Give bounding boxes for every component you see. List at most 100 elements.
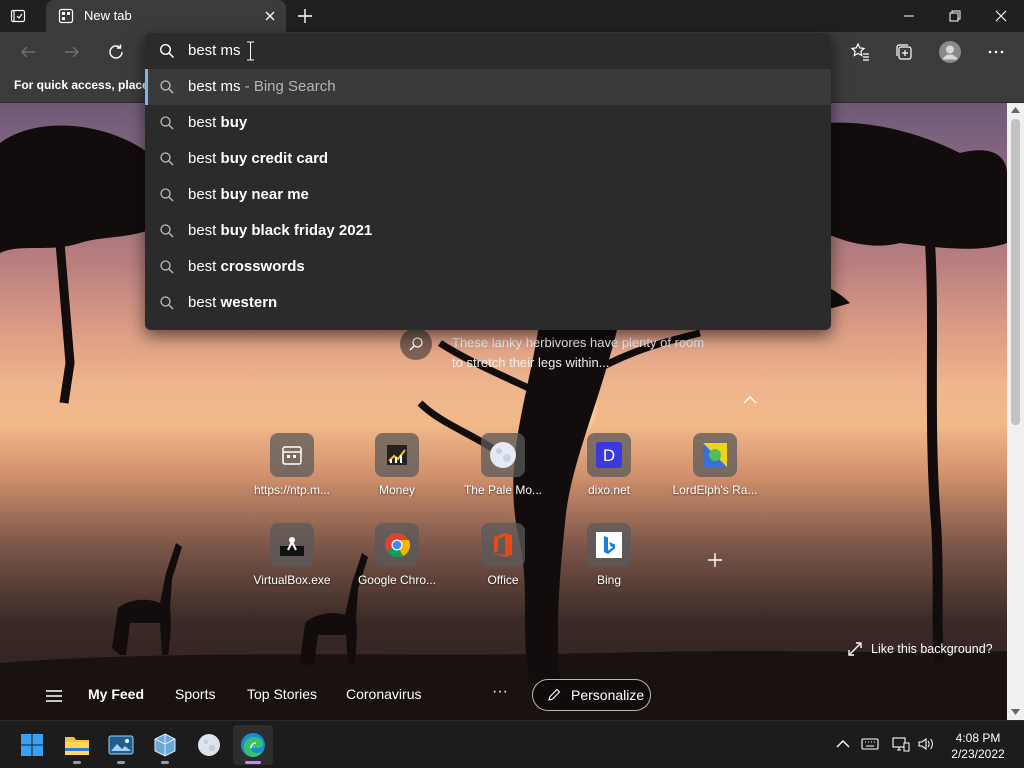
quick-link-label: VirtualBox.exe <box>253 573 331 587</box>
suggestion-item[interactable]: best buy near me <box>145 177 831 213</box>
suggestion-item[interactable]: best crosswords <box>145 249 831 285</box>
restore-button[interactable] <box>932 0 978 32</box>
quick-link-tile[interactable]: Office <box>455 523 551 603</box>
running-indicator <box>73 761 81 764</box>
suggestion-text: best western <box>188 294 277 311</box>
suggestion-bold: buy black friday 2021 <box>220 222 373 239</box>
like-background-link[interactable]: Like this background? <box>848 642 993 656</box>
new-tab-button[interactable] <box>295 6 315 26</box>
quick-link-tile[interactable]: LordElph's Ra... <box>667 433 763 513</box>
scroll-thumb[interactable] <box>1011 119 1020 425</box>
taskbar-photos[interactable] <box>101 725 141 765</box>
more-dots-icon <box>988 50 1004 54</box>
forward-button[interactable] <box>56 36 88 68</box>
feed-tab-top-stories[interactable]: Top Stories <box>247 686 317 702</box>
collections-button[interactable] <box>888 36 920 68</box>
pencil-icon <box>548 688 561 701</box>
tab-actions-icon[interactable] <box>10 8 26 24</box>
forward-arrow-icon <box>65 46 79 58</box>
suggestion-bold: buy <box>220 114 248 131</box>
image-info-button[interactable] <box>400 328 432 360</box>
scroll-up-icon[interactable] <box>1011 107 1020 113</box>
close-tab-icon[interactable] <box>262 8 278 24</box>
quick-link-label: dixo.net <box>587 483 631 497</box>
close-window-button[interactable] <box>978 0 1024 32</box>
clock-date: 2/23/2022 <box>951 747 1005 761</box>
address-bar[interactable]: best ms <box>145 33 831 69</box>
plus-icon <box>708 553 722 567</box>
new-tab-icon <box>58 8 74 24</box>
suggestion-item[interactable]: best western <box>145 285 831 321</box>
feed-more-button[interactable]: ··· <box>492 683 508 701</box>
restore-icon <box>949 10 961 22</box>
pale-moon-icon <box>481 433 525 477</box>
quick-link-label: Google Chro... <box>357 573 437 587</box>
quick-link-tile[interactable]: Bing <box>561 523 657 603</box>
suggestion-bold: crosswords <box>220 258 305 275</box>
search-icon <box>159 43 175 59</box>
quick-link-tile[interactable]: https://ntp.m... <box>244 433 340 513</box>
tab-new-tab[interactable]: New tab <box>46 0 286 32</box>
title-bar: New tab <box>0 0 1024 32</box>
bing-icon <box>587 523 631 567</box>
suggestion-item[interactable]: best buy <box>145 105 831 141</box>
feed-navigation: My Feed Sports Top Stories Coronavirus ·… <box>0 676 1007 716</box>
suggestion-text: best buy credit card <box>188 150 328 167</box>
suggestion-item[interactable]: best buy black friday 2021 <box>145 213 831 249</box>
dixo-d-icon: D <box>587 433 631 477</box>
feed-tab-coronavirus[interactable]: Coronavirus <box>346 686 421 702</box>
add-site-button[interactable] <box>705 550 725 570</box>
quick-link-label: Bing <box>596 573 622 587</box>
system-clock[interactable]: 4:08 PM 2/23/2022 <box>938 730 1018 762</box>
start-windows-icon <box>21 734 43 756</box>
taskbar-virtualbox[interactable] <box>145 725 185 765</box>
chrome-icon <box>375 523 419 567</box>
tab-title: New tab <box>84 8 132 23</box>
address-input[interactable]: best ms <box>188 42 241 59</box>
personalize-button[interactable]: Personalize <box>532 679 651 711</box>
svg-text:D: D <box>603 446 615 465</box>
like-background-text: Like this background? <box>871 642 993 656</box>
quick-link-label: Money <box>378 483 416 497</box>
quick-link-tile[interactable]: Money <box>349 433 445 513</box>
quick-link-tile[interactable]: Google Chro... <box>349 523 445 603</box>
profile-button[interactable] <box>934 36 966 68</box>
minimize-button[interactable] <box>886 0 932 32</box>
suggestion-item[interactable]: best buy credit card <box>145 141 831 177</box>
quick-link-tile[interactable]: VirtualBox.exe <box>244 523 340 603</box>
suggestion-text: best buy black friday 2021 <box>188 222 372 239</box>
chevron-up-icon[interactable] <box>834 735 852 753</box>
search-icon <box>160 80 174 94</box>
taskbar-pale-moon[interactable] <box>189 725 229 765</box>
active-indicator <box>245 761 261 764</box>
taskbar-file-explorer[interactable] <box>57 725 97 765</box>
feed-tab-sports[interactable]: Sports <box>175 686 215 702</box>
refresh-button[interactable] <box>100 36 132 68</box>
quick-link-tile[interactable]: The Pale Mo... <box>455 433 551 513</box>
taskbar-edge[interactable] <box>233 725 273 765</box>
settings-more-button[interactable] <box>980 36 1012 68</box>
image-caption[interactable]: These lanky herbivores have plenty of ro… <box>452 333 712 373</box>
quick-link-tile[interactable]: Ddixo.net <box>561 433 657 513</box>
network-icon[interactable] <box>892 735 910 753</box>
start-button[interactable] <box>12 725 52 765</box>
office-icon <box>481 523 525 567</box>
keyboard-icon[interactable] <box>861 735 879 753</box>
windows-taskbar: 4:08 PM 2/23/2022 <box>0 720 1024 768</box>
search-icon <box>409 337 423 351</box>
back-button[interactable] <box>12 36 44 68</box>
quick-link-label: LordElph's Ra... <box>672 483 758 497</box>
address-bar-dropdown: best ms best ms - Bing Search best buy bes… <box>145 33 831 330</box>
search-icon <box>160 152 174 166</box>
scroll-down-icon[interactable] <box>1011 709 1020 715</box>
feed-tab-my-feed[interactable]: My Feed <box>88 686 144 702</box>
volume-icon[interactable] <box>917 735 935 753</box>
favorites-bar-hint: For quick access, place y <box>14 78 159 92</box>
menu-icon[interactable] <box>45 688 63 704</box>
chevron-up-icon[interactable] <box>742 394 758 406</box>
suggestion-text: best crosswords <box>188 258 305 275</box>
page-scrollbar[interactable] <box>1007 103 1024 720</box>
suggestion-item[interactable]: best ms - Bing Search <box>145 69 831 105</box>
favorites-button[interactable] <box>844 36 876 68</box>
collections-icon <box>896 44 912 60</box>
